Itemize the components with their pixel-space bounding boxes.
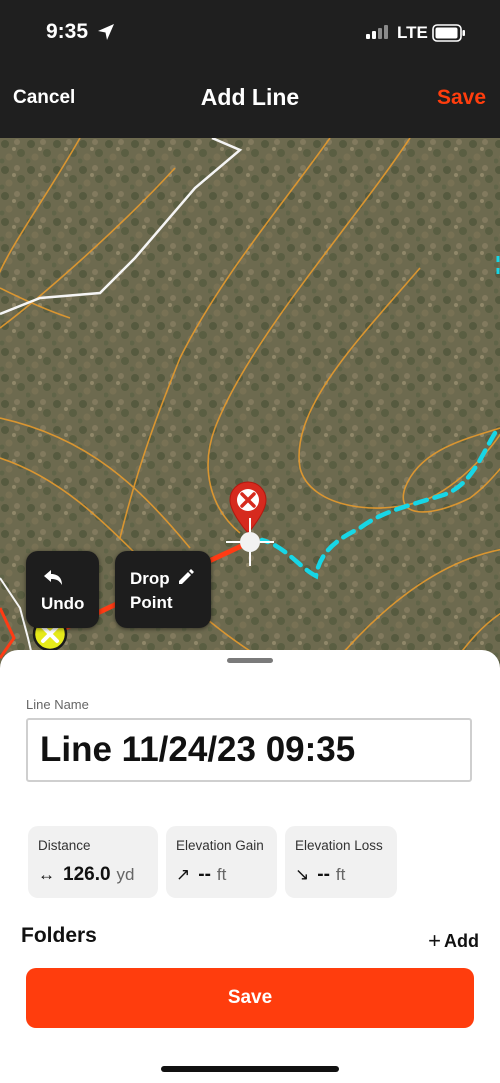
- home-indicator: [161, 1066, 339, 1072]
- arrow-down-right-icon: ↘: [295, 865, 310, 884]
- status-bar: 9:35 LTE: [0, 0, 500, 62]
- plus-icon: +: [428, 928, 441, 953]
- elevation-gain-value: --: [198, 864, 211, 885]
- horizontal-arrows-icon: ↔: [38, 865, 55, 884]
- nav-save-button[interactable]: Save: [437, 86, 486, 110]
- location-arrow-icon: [96, 22, 116, 47]
- undo-button[interactable]: Undo: [26, 551, 99, 628]
- sheet-grabber[interactable]: [227, 658, 273, 663]
- elevation-loss-unit: ft: [335, 865, 346, 884]
- undo-icon: [42, 569, 64, 592]
- nav-bar: Cancel Add Line Save: [0, 62, 500, 138]
- add-folder-button[interactable]: + Add: [428, 928, 479, 954]
- elevation-gain-card: Elevation Gain ↗ -- ft: [166, 826, 277, 898]
- pencil-icon: [176, 567, 196, 592]
- line-name-input[interactable]: [26, 718, 472, 782]
- save-button[interactable]: Save: [26, 968, 474, 1028]
- distance-value: 126.0: [63, 864, 111, 885]
- distance-card: Distance ↔ 126.0 yd: [28, 826, 158, 898]
- arrow-up-right-icon: ↗: [176, 865, 191, 884]
- add-folder-label: Add: [444, 931, 479, 951]
- drop-point-label-line1: Drop: [130, 569, 170, 588]
- battery-icon: [432, 24, 466, 47]
- elevation-loss-value: --: [317, 864, 330, 885]
- line-name-label: Line Name: [26, 697, 89, 712]
- drop-point-label-line2: Point: [130, 593, 173, 612]
- network-type: LTE: [397, 23, 428, 42]
- undo-label: Undo: [41, 594, 85, 613]
- signal-icon: [366, 25, 392, 44]
- drop-point-button[interactable]: Drop Point: [115, 551, 211, 628]
- elevation-gain-title: Elevation Gain: [176, 838, 264, 853]
- status-time: 9:35: [46, 20, 89, 43]
- distance-unit: yd: [116, 865, 135, 884]
- page-title: Add Line: [200, 84, 300, 110]
- elevation-loss-title: Elevation Loss: [295, 838, 383, 853]
- elevation-loss-card: Elevation Loss ↘ -- ft: [285, 826, 397, 898]
- elevation-gain-unit: ft: [216, 865, 227, 884]
- bottom-sheet: Line Name Distance ↔ 126.0 yd Elevation Ga…: [0, 650, 500, 1083]
- distance-title: Distance: [38, 838, 91, 853]
- folders-heading: Folders: [21, 924, 97, 947]
